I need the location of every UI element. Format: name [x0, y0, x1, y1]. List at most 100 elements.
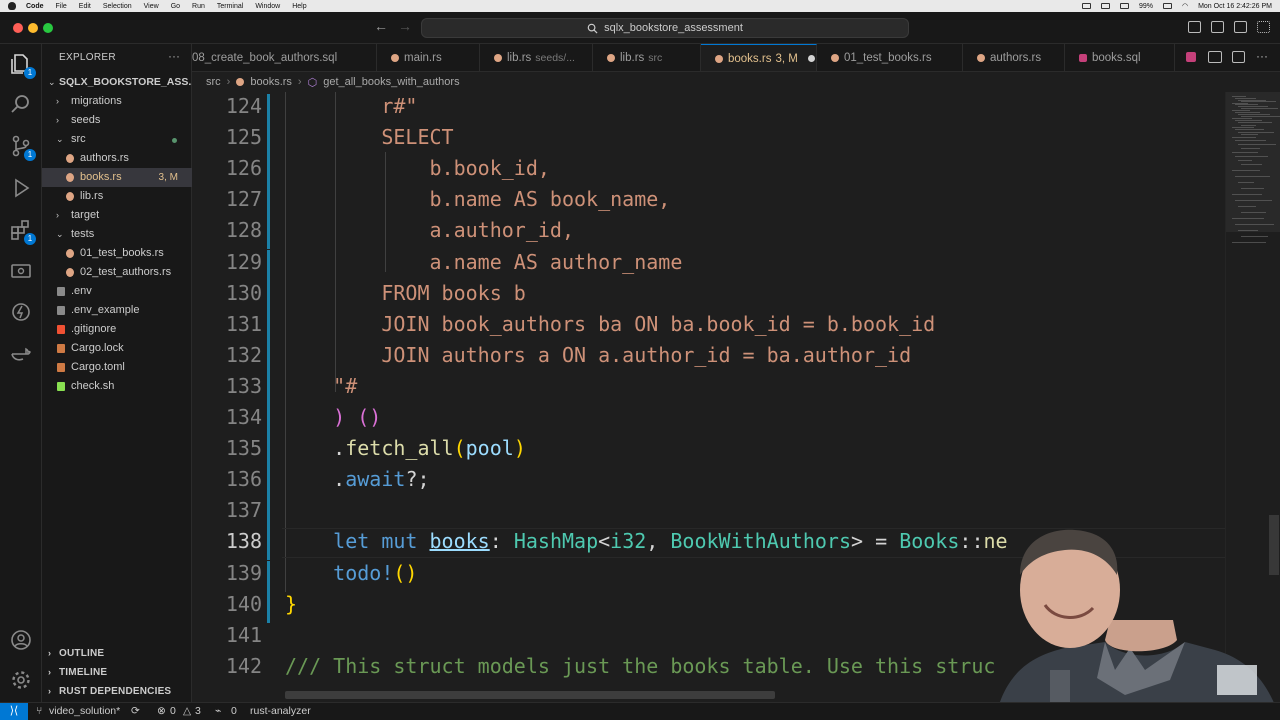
- rust-dependencies-section[interactable]: › RUST DEPENDENCIES: [42, 682, 192, 701]
- tab-lib-rs[interactable]: lib.rs seeds/...: [480, 44, 593, 71]
- toggle-panel-icon[interactable]: [1211, 21, 1224, 33]
- code-line[interactable]: .await?;: [285, 467, 429, 491]
- code-line[interactable]: let mut books: HashMap<i32, BookWithAuth…: [285, 529, 1007, 553]
- gutter-change-marker[interactable]: [267, 156, 270, 188]
- source-control-icon[interactable]: 1: [9, 134, 36, 161]
- minimap-slider[interactable]: [1226, 92, 1280, 232]
- docker-icon[interactable]: [9, 342, 33, 366]
- tab-books-rs[interactable]: books.rs 3, M: [701, 44, 817, 71]
- manage-gear-icon[interactable]: [9, 668, 33, 692]
- extensions-icon[interactable]: 1: [9, 218, 36, 245]
- tree-item-02-test-authors-rs[interactable]: 02_test_authors.rs: [42, 263, 192, 282]
- tree-item-cargo-toml[interactable]: Cargo.toml: [42, 358, 192, 377]
- gutter-change-marker[interactable]: [267, 467, 270, 499]
- run-debug-icon[interactable]: [9, 176, 33, 200]
- more-actions-icon[interactable]: ···: [168, 49, 180, 63]
- gutter-change-marker[interactable]: [267, 311, 270, 343]
- warning-count[interactable]: 3: [195, 705, 201, 717]
- menu-view[interactable]: View: [144, 3, 159, 10]
- minimize-window-button[interactable]: [28, 23, 38, 33]
- code-line[interactable]: }: [285, 592, 297, 616]
- battery-icon[interactable]: [1162, 3, 1172, 9]
- testing-icon[interactable]: [9, 300, 33, 324]
- customize-layout-icon[interactable]: [1257, 21, 1270, 33]
- more-actions-icon[interactable]: ···: [1256, 49, 1268, 63]
- error-icon[interactable]: ⊗: [157, 705, 166, 717]
- tree-item-seeds[interactable]: › seeds: [42, 111, 192, 130]
- rust-analyzer-status[interactable]: rust-analyzer: [250, 705, 311, 717]
- tree-item-tests[interactable]: ⌄ tests: [42, 225, 192, 244]
- menu-selection[interactable]: Selection: [103, 3, 132, 10]
- menu-help[interactable]: Help: [292, 3, 306, 10]
- zoom-window-button[interactable]: [43, 23, 53, 33]
- gutter-change-marker[interactable]: [267, 405, 270, 437]
- gutter-change-marker[interactable]: [267, 125, 270, 157]
- remote-indicator-icon[interactable]: ⟩⟨: [0, 703, 28, 720]
- timeline-section[interactable]: › TIMELINE: [42, 663, 192, 682]
- code-line[interactable]: FROM books b: [285, 281, 526, 305]
- gutter-change-marker[interactable]: [267, 591, 270, 623]
- wifi-icon[interactable]: ◠: [1182, 2, 1188, 10]
- gutter-change-marker[interactable]: [267, 560, 270, 592]
- menu-window[interactable]: Window: [255, 3, 280, 10]
- ports-icon[interactable]: ⌁: [215, 705, 221, 717]
- accounts-icon[interactable]: [9, 628, 33, 652]
- tab-books-sql[interactable]: books.sql: [1065, 44, 1175, 71]
- warning-icon[interactable]: △: [183, 705, 191, 717]
- apple-icon[interactable]: [8, 2, 16, 10]
- gutter-change-marker[interactable]: [267, 529, 270, 561]
- breadcrumb-src[interactable]: src: [206, 76, 221, 88]
- open-changes-icon[interactable]: [1208, 51, 1222, 63]
- gutter-change-marker[interactable]: [267, 436, 270, 468]
- tree-item-env[interactable]: .env: [42, 282, 192, 301]
- gutter-change-marker[interactable]: [267, 280, 270, 312]
- command-center-search[interactable]: sqlx_bookstore_assessment: [421, 18, 909, 38]
- toggle-secondary-sidebar-icon[interactable]: [1234, 21, 1247, 33]
- gutter-change-marker[interactable]: [267, 218, 270, 250]
- search-view-icon[interactable]: [9, 92, 33, 116]
- gutter-change-marker[interactable]: [267, 373, 270, 405]
- branch-icon[interactable]: ⑂: [36, 705, 42, 717]
- toggle-sidebar-icon[interactable]: [1188, 21, 1201, 33]
- code-line[interactable]: JOIN authors a ON a.author_id = ba.autho…: [285, 343, 911, 367]
- tree-item-lib-rs[interactable]: lib.rs: [42, 187, 192, 206]
- code-line[interactable]: a.author_id,: [285, 218, 574, 242]
- error-count[interactable]: 0: [170, 705, 176, 717]
- code-line[interactable]: todo!(): [285, 561, 417, 585]
- tree-item-check-sh[interactable]: check.sh: [42, 377, 192, 396]
- tree-item-env-example[interactable]: .env_example: [42, 301, 192, 320]
- split-editor-icon[interactable]: [1232, 51, 1245, 63]
- tree-item-migrations[interactable]: › migrations: [42, 92, 192, 111]
- breadcrumb-function[interactable]: get_all_books_with_authors: [323, 76, 459, 88]
- sync-icon[interactable]: ⟳: [131, 705, 140, 717]
- remote-explorer-icon[interactable]: [9, 260, 33, 284]
- close-window-button[interactable]: [13, 23, 23, 33]
- menu-go[interactable]: Go: [171, 3, 180, 10]
- unsaved-dot-icon[interactable]: [807, 55, 815, 63]
- tree-item-target[interactable]: › target: [42, 206, 192, 225]
- tree-item-gitignore[interactable]: .gitignore: [42, 320, 192, 339]
- tab-01-test-books-rs[interactable]: 01_test_books.rs: [817, 44, 963, 71]
- tab-main-rs[interactable]: main.rs: [377, 44, 480, 71]
- tree-item-src[interactable]: ⌄ src: [42, 130, 192, 149]
- menu-file[interactable]: File: [56, 3, 67, 10]
- gutter-change-marker[interactable]: [267, 342, 270, 374]
- tree-item-01-test-books-rs[interactable]: 01_test_books.rs: [42, 244, 192, 263]
- project-root[interactable]: ⌄ SQLX_BOOKSTORE_ASS...: [42, 73, 197, 92]
- status-menu-icon[interactable]: [1100, 3, 1110, 9]
- gutter-change-marker[interactable]: [267, 94, 270, 126]
- back-arrow-icon[interactable]: ←: [374, 18, 388, 34]
- status-menu-icon[interactable]: [1081, 3, 1091, 9]
- tree-item-cargo-lock[interactable]: Cargo.lock: [42, 339, 192, 358]
- tree-item-authors-rs[interactable]: authors.rs: [42, 149, 192, 168]
- outline-section[interactable]: › OUTLINE: [42, 644, 192, 663]
- menu-code[interactable]: Code: [26, 3, 44, 10]
- menu-run[interactable]: Run: [192, 3, 205, 10]
- status-menu-icon[interactable]: [1119, 3, 1129, 9]
- gutter-change-marker[interactable]: [267, 498, 270, 530]
- code-line[interactable]: b.book_id,: [285, 156, 549, 180]
- code-line[interactable]: "#: [285, 374, 357, 398]
- code-line[interactable]: .fetch_all(pool): [285, 436, 526, 460]
- git-branch[interactable]: video_solution*: [49, 705, 120, 717]
- code-line[interactable]: r#": [285, 94, 417, 118]
